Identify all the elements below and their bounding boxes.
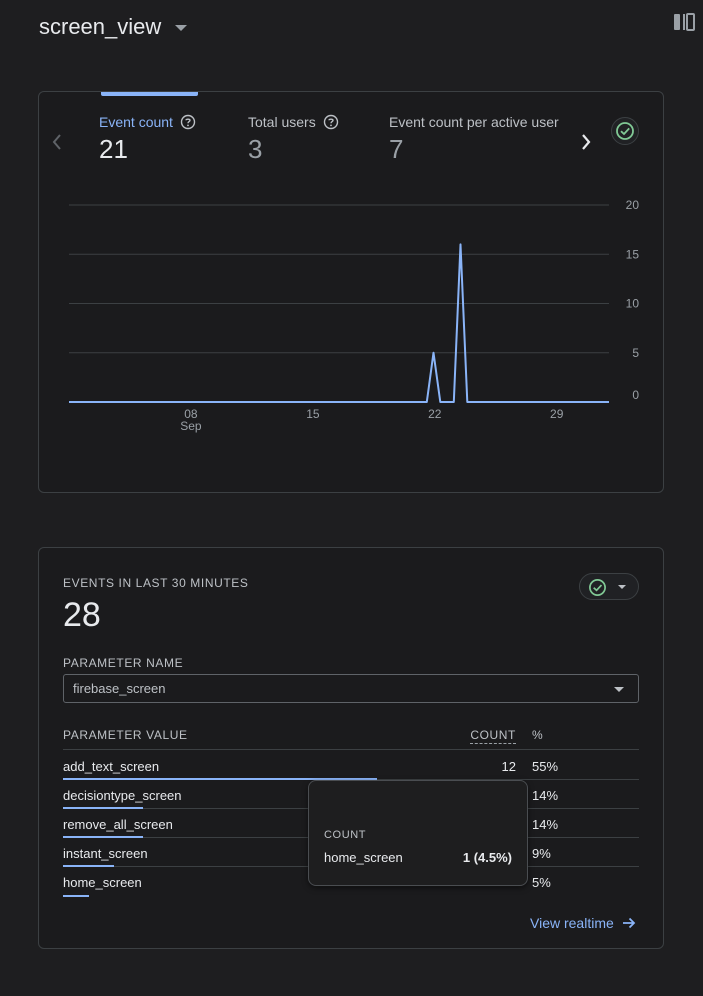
- tooltip-name: home_screen: [324, 850, 403, 865]
- row-percent: 14%: [532, 817, 559, 832]
- arrow-right-icon: [622, 917, 636, 929]
- realtime-quality-dropdown[interactable]: [579, 573, 639, 600]
- y-tick-label: 0: [632, 388, 639, 402]
- y-tick-label: 5: [632, 346, 639, 360]
- parameter-name-label: PARAMETER NAME: [63, 656, 184, 670]
- x-tick-label: 22: [428, 407, 442, 421]
- realtime-label: EVENTS IN LAST 30 MINUTES: [63, 576, 249, 590]
- panel-toggle-icon[interactable]: [673, 13, 695, 31]
- event-count-line-chart: 0510152008 15 22 29Sep: [69, 198, 640, 433]
- caret-down-icon: [618, 585, 626, 589]
- row-percent: 5%: [532, 875, 551, 890]
- event-metrics-card: Event count 21 Total users 3 Event count…: [38, 91, 664, 493]
- y-tick-label: 15: [626, 247, 640, 261]
- row-count: 12: [501, 759, 516, 774]
- event-header[interactable]: screen_view: [39, 12, 188, 42]
- tooltip-value: 1 (4.5%): [462, 850, 512, 865]
- count-tooltip: COUNT home_screen 1 (4.5%): [308, 780, 528, 886]
- x-tick-label: 29: [550, 407, 564, 421]
- row-name: instant_screen: [63, 846, 148, 861]
- row-name: home_screen: [63, 875, 142, 890]
- realtime-card: EVENTS IN LAST 30 MINUTES 28 PARAMETER N…: [38, 547, 664, 949]
- table-header: PARAMETER VALUE COUNT %: [63, 726, 639, 750]
- column-percent: %: [532, 728, 544, 742]
- event-name-title: screen_view: [39, 14, 162, 39]
- x-month-label: Sep: [180, 419, 202, 433]
- column-parameter-value: PARAMETER VALUE: [63, 728, 188, 742]
- view-realtime-label: View realtime: [530, 915, 614, 931]
- row-percent: 14%: [532, 788, 559, 803]
- y-tick-label: 10: [626, 297, 640, 311]
- y-tick-label: 20: [626, 198, 640, 212]
- caret-down-icon: [614, 687, 624, 692]
- realtime-count: 28: [63, 596, 101, 634]
- column-count[interactable]: COUNT: [470, 728, 516, 744]
- check-circle-icon: [589, 579, 606, 596]
- row-name: decisiontype_screen: [63, 788, 182, 803]
- dropdown-caret-icon[interactable]: [175, 25, 188, 31]
- row-share-bar: [63, 895, 89, 897]
- row-percent: 55%: [532, 759, 559, 774]
- table-row[interactable]: add_text_screen 12 55%: [63, 751, 639, 780]
- view-realtime-link[interactable]: View realtime: [530, 915, 636, 931]
- row-name: add_text_screen: [63, 759, 160, 774]
- parameter-name-value: firebase_screen: [73, 681, 166, 696]
- row-name: remove_all_screen: [63, 817, 173, 832]
- event-count-series-line: [69, 243, 609, 403]
- tooltip-label: COUNT: [324, 829, 367, 841]
- x-tick-label: 15: [306, 407, 320, 421]
- parameter-name-select[interactable]: firebase_screen: [63, 674, 639, 703]
- row-percent: 9%: [532, 846, 551, 861]
